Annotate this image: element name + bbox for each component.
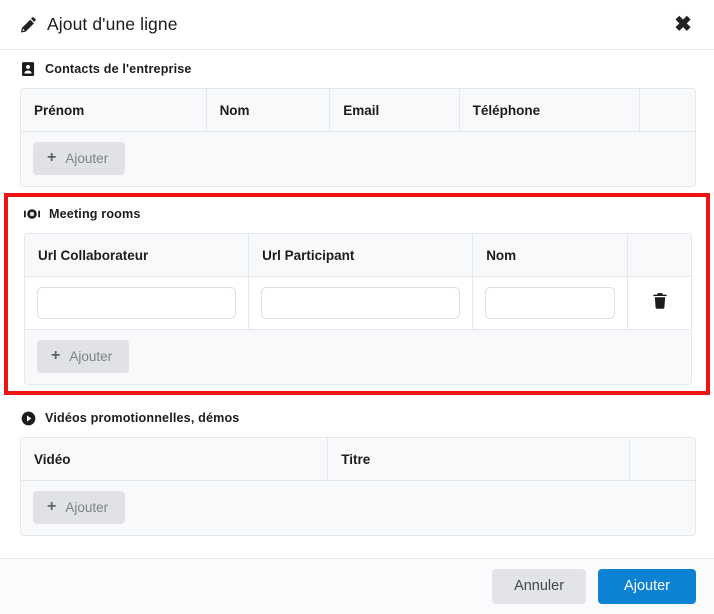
column-header-prenom: Prénom [21,89,207,132]
modal-footer: Annuler Ajouter [0,558,714,614]
plus-icon: + [47,499,56,515]
section-contacts-header: Contacts de l'entreprise [20,60,696,78]
videos-add-row: + Ajouter [21,481,695,535]
videos-add-cell: + Ajouter [21,481,695,535]
meeting-rooms-add-label: Ajouter [69,350,112,364]
section-meeting-rooms: Meeting rooms Url Collaborateur Url Part… [4,193,710,395]
contact-card-icon [20,61,36,77]
column-header-url-participant: Url Participant [249,234,473,277]
column-header-titre: Titre [328,438,629,481]
contacts-add-row: + Ajouter [21,132,695,186]
url-collaborateur-input[interactable] [37,287,236,319]
url-participant-input[interactable] [261,287,460,319]
pencil-icon [20,16,38,34]
modal-header: Ajout d'une ligne ✖ [0,0,714,50]
cell-url-participant [249,277,473,330]
videos-table: Vidéo Titre + Ajouter [20,437,696,536]
meeting-rooms-add-cell: + Ajouter [25,330,691,384]
section-videos: Vidéos promotionnelles, démos Vidéo Titr… [0,399,714,536]
add-line-modal: Ajout d'une ligne ✖ Contacts de l'entrep… [0,0,714,614]
section-meeting-rooms-header: Meeting rooms [24,205,692,223]
column-header-url-collaborateur: Url Collaborateur [25,234,249,277]
column-header-nom: Nom [207,89,331,132]
column-header-email: Email [330,89,459,132]
plus-icon: + [51,348,60,364]
videos-add-button[interactable]: + Ajouter [33,491,125,524]
contacts-add-button[interactable]: + Ajouter [33,142,125,175]
column-header-actions [630,438,695,481]
section-contacts-label: Contacts de l'entreprise [45,62,192,76]
contacts-table: Prénom Nom Email Téléphone + Ajouter [20,88,696,187]
trash-icon[interactable] [651,292,669,310]
cell-nom [473,277,628,330]
table-header-row: Url Collaborateur Url Participant Nom [25,234,691,277]
close-icon[interactable]: ✖ [670,12,696,38]
section-contacts: Contacts de l'entreprise Prénom Nom Emai… [0,50,714,187]
table-header-row: Vidéo Titre [21,438,695,481]
contacts-add-cell: + Ajouter [21,132,695,186]
column-header-telephone: Téléphone [460,89,640,132]
page-title: Ajout d'une ligne [47,14,178,35]
column-header-actions [628,234,691,277]
column-header-nom: Nom [473,234,628,277]
plus-icon: + [47,150,56,166]
cell-url-collaborateur [25,277,249,330]
play-circle-icon [20,410,36,426]
video-conference-icon [24,206,40,222]
table-row [25,277,691,330]
column-header-video: Vidéo [21,438,328,481]
meeting-rooms-add-row: + Ajouter [25,330,691,384]
meeting-rooms-table: Url Collaborateur Url Participant Nom [24,233,692,385]
videos-add-label: Ajouter [65,501,108,515]
meeting-rooms-add-button[interactable]: + Ajouter [37,340,129,373]
cancel-button[interactable]: Annuler [492,569,586,605]
section-videos-label: Vidéos promotionnelles, démos [45,411,239,425]
contacts-add-label: Ajouter [65,152,108,166]
section-videos-header: Vidéos promotionnelles, démos [20,409,696,427]
submit-button[interactable]: Ajouter [598,569,696,605]
table-header-row: Prénom Nom Email Téléphone [21,89,695,132]
nom-input[interactable] [485,287,615,319]
cell-actions [628,277,691,330]
modal-title-group: Ajout d'une ligne [20,14,670,35]
modal-body: Contacts de l'entreprise Prénom Nom Emai… [0,50,714,558]
section-meeting-rooms-label: Meeting rooms [49,207,141,221]
column-header-actions [640,89,695,132]
